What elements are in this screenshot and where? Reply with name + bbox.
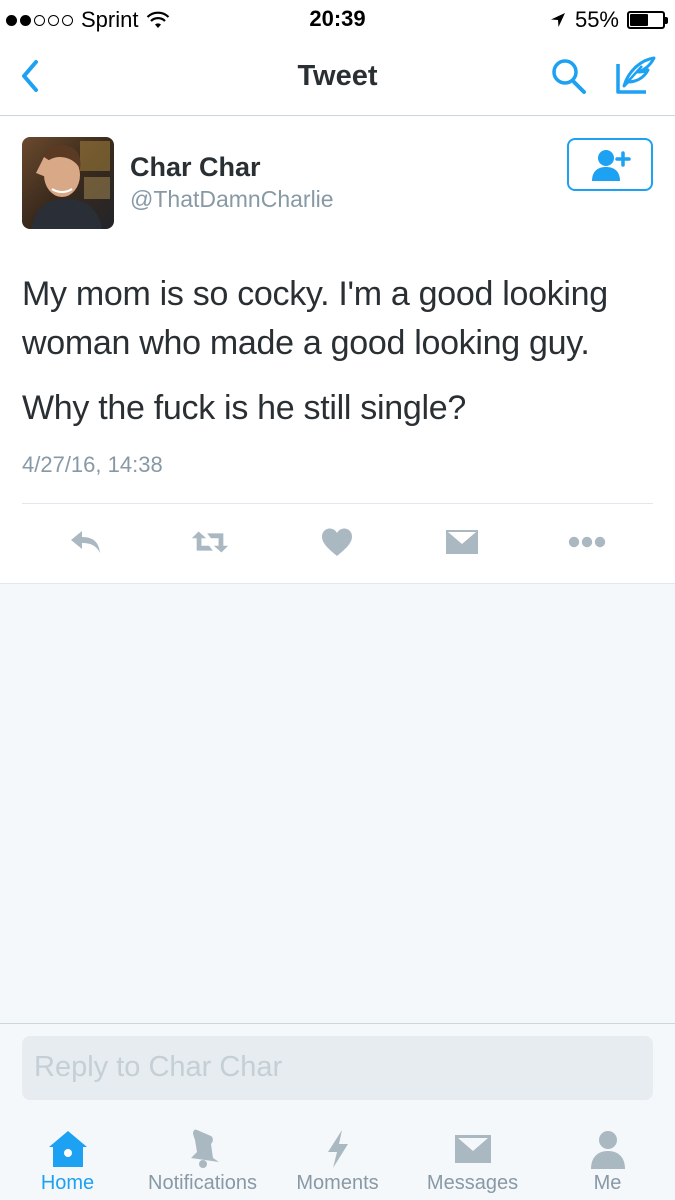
reply-input[interactable]: Reply to Char Char [22, 1036, 653, 1100]
nav-bar: Tweet [0, 40, 675, 116]
person-icon [590, 1131, 625, 1169]
location-arrow-icon [550, 13, 565, 27]
tab-home[interactable]: Home [0, 1123, 135, 1200]
like-icon[interactable] [317, 524, 357, 560]
username[interactable]: @ThatDamnCharlie [130, 186, 334, 213]
tweet-timestamp: 4/27/16, 14:38 [22, 452, 163, 477]
content-background [0, 584, 675, 1024]
battery-percent: 55% [574, 7, 619, 32]
bell-icon [190, 1129, 219, 1168]
reply-bar: Reply to Char Char [0, 1023, 675, 1115]
tab-moments[interactable]: Moments [270, 1123, 405, 1200]
display-name[interactable]: Char Char [130, 152, 261, 183]
tab-label-moments: Moments [296, 1172, 379, 1194]
home-icon [48, 1131, 87, 1167]
tweet-detail: Char Char @ThatDamnCharlie My mom is so … [0, 116, 675, 584]
tab-label-home: Home [40, 1172, 95, 1194]
battery-icon [627, 11, 668, 29]
compose-icon[interactable] [612, 52, 660, 98]
search-icon[interactable] [548, 54, 590, 98]
add-user-icon [592, 149, 631, 181]
tab-bar: Home Notifications Moments Messages Me [0, 1115, 675, 1200]
tab-me[interactable]: Me [540, 1123, 675, 1200]
avatar[interactable] [22, 137, 114, 229]
more-icon[interactable] [567, 524, 607, 560]
status-right: 55% [549, 7, 668, 33]
tab-label-notifications: Notifications [148, 1172, 257, 1194]
tab-label-me: Me [593, 1172, 622, 1194]
follow-button[interactable] [567, 138, 653, 191]
divider [22, 503, 653, 504]
battery-level [630, 14, 648, 26]
tweet-text-continued: Why the fuck is he still single? [22, 389, 466, 427]
envelope-icon [454, 1135, 491, 1163]
tweet-text: My mom is so cocky. I'm a good looking w… [22, 275, 608, 362]
tab-label-messages: Messages [426, 1172, 519, 1194]
lightning-icon [327, 1130, 348, 1168]
reply-icon[interactable] [66, 524, 106, 560]
tab-notifications[interactable]: Notifications [135, 1123, 270, 1200]
tab-messages[interactable]: Messages [405, 1123, 540, 1200]
status-bar: Sprint 20:39 55% [0, 0, 675, 40]
retweet-icon[interactable] [190, 524, 230, 560]
direct-message-icon[interactable] [442, 524, 482, 560]
